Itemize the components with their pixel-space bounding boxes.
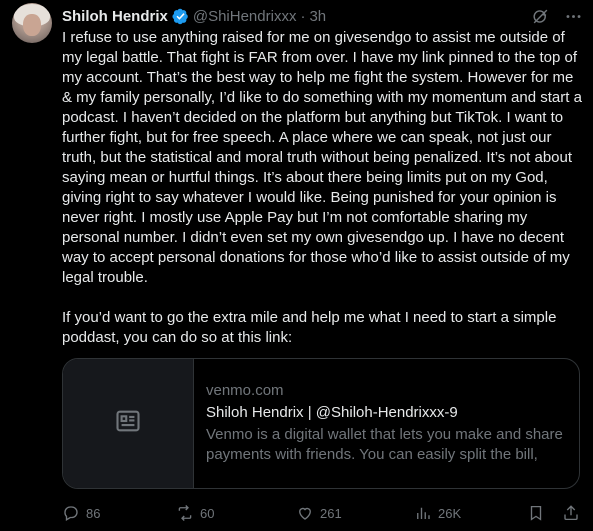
link-card-title: Shiloh Hendrix | @Shiloh-Hendrixxx-9 xyxy=(206,404,458,421)
bookmark-button[interactable] xyxy=(527,504,545,522)
grok-icon[interactable] xyxy=(531,7,550,26)
article-icon xyxy=(114,407,142,440)
like-icon xyxy=(299,507,311,520)
views-button[interactable]: 26K xyxy=(414,504,461,522)
views-count: 26K xyxy=(438,505,462,521)
views-icon xyxy=(417,507,430,519)
link-card-description: Venmo is a digital wallet that lets you … xyxy=(206,426,563,463)
repost-button[interactable]: 60 xyxy=(176,504,214,522)
link-card-text: venmo.com Shiloh Hendrix | @Shiloh-Hendr… xyxy=(194,359,579,488)
avatar-face xyxy=(23,14,41,36)
like-button[interactable]: 261 xyxy=(296,504,342,522)
repost-count: 60 xyxy=(200,505,215,521)
tweet-header: Shiloh Hendrix @ShiHendrixxx · 3h xyxy=(62,5,583,27)
separator-dot: · xyxy=(300,7,306,25)
reply-count: 86 xyxy=(86,505,101,521)
tweet-paragraph: I refuse to use anything raised for me o… xyxy=(62,29,582,286)
link-card[interactable]: venmo.com Shiloh Hendrix | @Shiloh-Hendr… xyxy=(62,358,580,489)
share-icon xyxy=(564,505,578,521)
tweet: Shiloh Hendrix @ShiHendrixxx · 3h I refu… xyxy=(0,0,593,531)
timestamp[interactable]: 3h xyxy=(309,8,326,25)
tweet-paragraph: If you’d want to go the extra mile and h… xyxy=(62,309,557,346)
author-handle[interactable]: @ShiHendrixxx xyxy=(193,8,297,25)
verified-badge-icon[interactable] xyxy=(172,8,189,25)
tweet-actions: 86 60 261 26K xyxy=(62,502,582,524)
link-card-thumbnail xyxy=(63,359,194,488)
reply-icon xyxy=(64,506,78,521)
author-name[interactable]: Shiloh Hendrix xyxy=(62,8,168,25)
like-count: 261 xyxy=(320,505,342,521)
reply-button[interactable]: 86 xyxy=(62,504,100,522)
share-button[interactable] xyxy=(562,504,580,522)
repost-icon xyxy=(178,505,192,521)
link-card-domain: venmo.com xyxy=(206,382,284,399)
more-options-icon[interactable] xyxy=(564,7,583,26)
header-actions xyxy=(531,5,583,27)
tweet-text: I refuse to use anything raised for me o… xyxy=(62,28,582,368)
bookmark-icon xyxy=(530,505,542,521)
avatar[interactable] xyxy=(12,3,52,43)
